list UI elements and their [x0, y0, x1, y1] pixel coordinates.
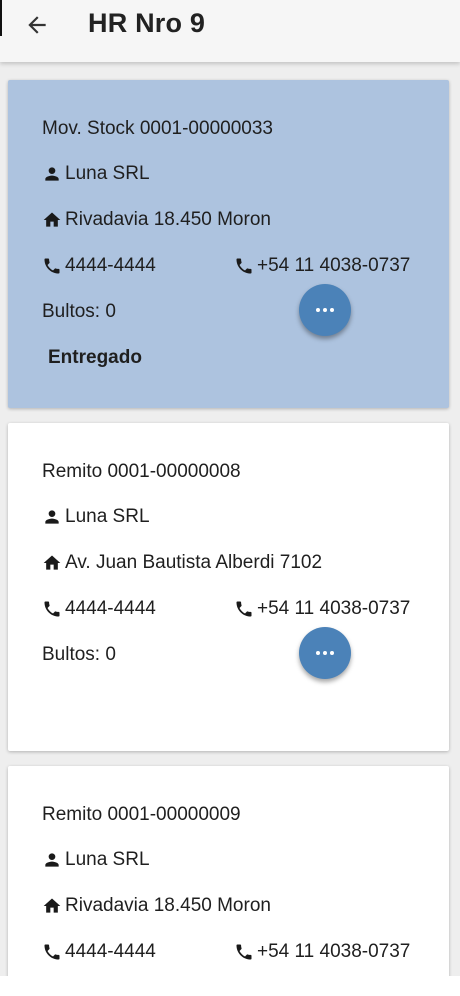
more-horizontal-icon — [316, 308, 334, 312]
client-row: Luna SRL — [42, 504, 150, 530]
bultos-text: Bultos: 0 — [42, 301, 116, 322]
address-row: Rivadavia 18.450 Moron — [42, 207, 271, 233]
phone-row-2[interactable]: +54 11 4038-0737 — [234, 939, 410, 965]
address-row: Av. Juan Bautista Alberdi 7102 — [42, 550, 322, 576]
phone-row-2[interactable]: +54 11 4038-0737 — [234, 596, 410, 622]
delivery-list[interactable]: Mov. Stock 0001-00000033 Luna SRL Rivada… — [0, 62, 460, 976]
bultos-text: Bultos: 0 — [42, 644, 116, 665]
address-row: Rivadavia 18.450 Moron — [42, 893, 271, 919]
phone-icon — [42, 942, 62, 962]
home-icon — [42, 896, 62, 916]
more-horizontal-icon — [316, 651, 334, 655]
back-button[interactable] — [18, 6, 56, 44]
phone-row-1[interactable]: 4444-4444 — [42, 253, 156, 279]
phone-row-1[interactable]: 4444-4444 — [42, 596, 156, 622]
client-row: Luna SRL — [42, 161, 150, 187]
person-icon — [42, 507, 62, 527]
app-bar: HR Nro 9 — [0, 0, 460, 62]
card-title: Mov. Stock 0001-00000033 — [42, 118, 273, 139]
card-menu-button[interactable] — [299, 284, 351, 336]
phone-icon — [234, 942, 254, 962]
phone-icon — [42, 599, 62, 619]
card-menu-button[interactable] — [299, 627, 351, 679]
page-title: HR Nro 9 — [88, 8, 206, 38]
phone-icon — [234, 599, 254, 619]
home-icon — [42, 210, 62, 230]
arrow-left-icon — [28, 16, 46, 34]
phone-row-1[interactable]: 4444-4444 — [42, 939, 156, 965]
phone-icon — [234, 256, 254, 276]
phone-row-2[interactable]: +54 11 4038-0737 — [234, 253, 410, 279]
status-label: Entregado — [48, 347, 142, 368]
home-icon — [42, 553, 62, 573]
window-edge — [0, 0, 2, 36]
card-title: Remito 0001-00000009 — [42, 804, 241, 825]
delivery-card[interactable]: Remito 0001-00000009 Luna SRL Rivadavia … — [8, 766, 449, 976]
client-row: Luna SRL — [42, 847, 150, 873]
delivery-card[interactable]: Mov. Stock 0001-00000033 Luna SRL Rivada… — [8, 80, 449, 408]
delivery-card[interactable]: Remito 0001-00000008 Luna SRL Av. Juan B… — [8, 423, 449, 751]
person-icon — [42, 850, 62, 870]
bottom-edge — [0, 976, 460, 996]
phone-icon — [42, 256, 62, 276]
person-icon — [42, 164, 62, 184]
card-title: Remito 0001-00000008 — [42, 461, 241, 482]
